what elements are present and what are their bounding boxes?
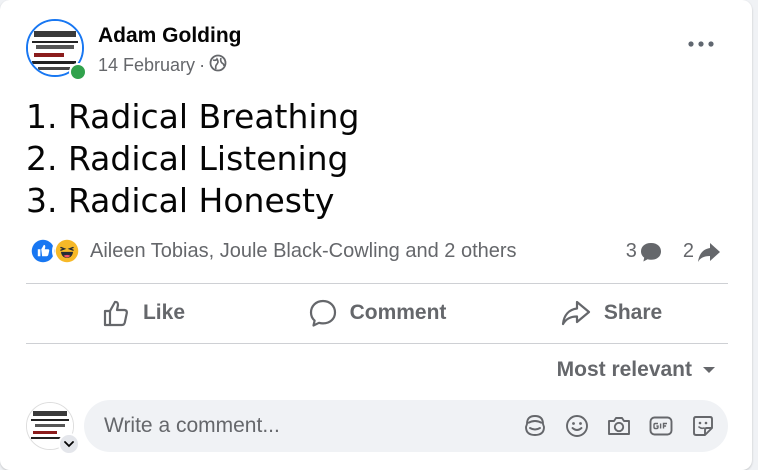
haha-reaction-icon	[52, 236, 82, 266]
like-label: Like	[142, 301, 186, 324]
comment-label: Comment	[349, 301, 447, 324]
comment-input[interactable]	[102, 413, 506, 439]
author-name[interactable]: Adam Golding	[98, 24, 242, 48]
thumbs-up-icon	[103, 300, 128, 327]
share-arrow-icon	[698, 242, 720, 262]
share-icon	[561, 300, 590, 326]
engagement-counts: 3 2	[626, 240, 722, 263]
composer-tools	[521, 412, 716, 439]
reaction-names[interactable]: Aileen Tobias, Joule Black-Cowling and 2…	[90, 240, 517, 263]
like-button[interactable]: Like	[26, 288, 260, 338]
profile-switch-chevron-icon[interactable]	[58, 433, 80, 455]
sort-label: Most relevant	[556, 358, 692, 381]
comment-bubble-icon	[640, 242, 661, 261]
comment-composer[interactable]	[84, 400, 728, 452]
post-date[interactable]: 14 February	[98, 55, 195, 76]
comment-count-value: 3	[625, 240, 637, 262]
post-line: 2. Radical Listening	[26, 139, 349, 178]
post-card: Adam Golding 14 February · 1. Radical Br…	[0, 0, 752, 470]
globe-icon[interactable]	[209, 54, 227, 77]
more-options-icon[interactable]	[686, 34, 716, 54]
post-actions: Like Comment Share	[26, 288, 728, 338]
sticker-icon[interactable]	[689, 412, 716, 439]
online-status-dot	[69, 63, 87, 81]
meta-separator: ·	[199, 55, 206, 75]
share-label: Share	[603, 301, 663, 324]
divider	[26, 283, 728, 284]
post-line: 3. Radical Honesty	[26, 181, 335, 220]
divider	[26, 343, 728, 344]
comment-icon	[309, 299, 336, 327]
emoji-icon[interactable]	[563, 412, 590, 439]
share-count-value: 2	[682, 240, 694, 262]
comment-count[interactable]: 3	[626, 240, 663, 263]
share-count[interactable]: 2	[683, 240, 722, 263]
comment-sort-dropdown[interactable]: Most relevant	[557, 358, 716, 382]
caret-down-icon	[703, 367, 715, 373]
share-button[interactable]: Share	[494, 288, 728, 338]
gif-icon[interactable]	[647, 412, 674, 439]
post-text: 1. Radical Breathing 2. Radical Listenin…	[26, 96, 359, 222]
comment-button[interactable]: Comment	[260, 288, 494, 338]
post-line: 1. Radical Breathing	[26, 97, 360, 136]
avatar-sticker-icon[interactable]	[521, 412, 548, 439]
camera-icon[interactable]	[605, 412, 632, 439]
reactions-summary[interactable]: Aileen Tobias, Joule Black-Cowling and 2…	[28, 236, 517, 266]
post-meta: 14 February ·	[98, 54, 227, 77]
